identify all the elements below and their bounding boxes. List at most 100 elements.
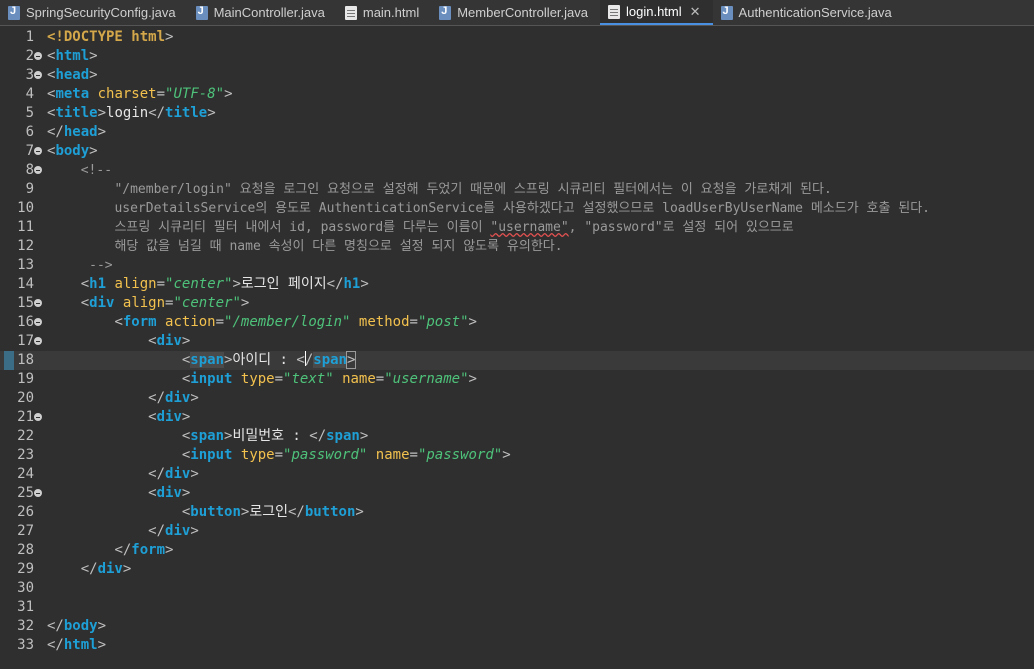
code-line[interactable]: 16 <form action="/member/login" method="…	[0, 313, 1034, 332]
line-number: 4	[25, 86, 34, 102]
code-line[interactable]: 7 <body>	[0, 142, 1034, 161]
code-token: <	[296, 352, 305, 368]
code-line[interactable]: 26 <button>로그인</button>	[0, 503, 1034, 522]
code-token: >	[190, 523, 199, 539]
fold-toggle-icon[interactable]	[34, 147, 42, 155]
code-line[interactable]: 30	[0, 579, 1034, 598]
code-line[interactable]: 22 <span>비밀번호 : </span>	[0, 427, 1034, 446]
tab-authenticationservice-java[interactable]: AuthenticationService.java	[713, 0, 904, 25]
code-token: "center"	[165, 276, 233, 292]
tab-label: MemberController.java	[457, 5, 588, 20]
code-line[interactable]: 28 </form>	[0, 541, 1034, 560]
html-file-icon	[344, 5, 357, 20]
code-token: >	[181, 333, 191, 349]
code-text: <input type="password" name="password">	[47, 446, 511, 465]
code-editor[interactable]: 1 <!DOCTYPE html> 2 <html> 3 <head> 4 <meta cha…	[0, 26, 1034, 669]
code-token: >	[181, 409, 191, 425]
code-token: "/member/login"	[224, 314, 351, 330]
code-line[interactable]: 11 스프링 시큐리티 필터 내에서 id, password를 다루는 이름이…	[0, 218, 1034, 237]
code-line[interactable]: 5 <title>login</title>	[0, 104, 1034, 123]
code-text: <div>	[47, 332, 190, 351]
fold-toggle-icon[interactable]	[34, 52, 42, 60]
line-number: 30	[17, 580, 34, 596]
code-token: =	[409, 314, 418, 330]
code-line[interactable]: 33 </html>	[0, 636, 1034, 655]
code-line[interactable]: 24 </div>	[0, 465, 1034, 484]
java-file-icon	[720, 5, 733, 20]
code-token: =	[375, 371, 385, 387]
line-number: 17	[17, 333, 34, 349]
code-line[interactable]: 25 <div>	[0, 484, 1034, 503]
tab-login-html[interactable]: login.html ✕	[600, 0, 713, 25]
code-line[interactable]: 6 </head>	[0, 123, 1034, 142]
code-line[interactable]: 17 <div>	[0, 332, 1034, 351]
code-line[interactable]: 23 <input type="password" name="password…	[0, 446, 1034, 465]
code-text: </div>	[47, 522, 199, 541]
code-token: 로그인 페이지	[240, 276, 327, 292]
code-token: </	[80, 561, 98, 577]
code-text: <span>비밀번호 : </span>	[47, 427, 368, 446]
code-token: <	[80, 295, 90, 311]
code-line[interactable]: 12 해당 값을 넘길 때 name 속성이 다른 명칭으로 설정 되지 않도록…	[0, 237, 1034, 256]
fold-toggle-icon[interactable]	[34, 337, 42, 345]
code-line[interactable]: 31	[0, 598, 1034, 617]
code-line[interactable]: 10 userDetailsService의 용도로 Authenticatio…	[0, 199, 1034, 218]
code-line[interactable]: 8 <!--	[0, 161, 1034, 180]
code-token: name	[342, 371, 376, 387]
code-line[interactable]: 1 <!DOCTYPE html>	[0, 28, 1034, 47]
code-line[interactable]: 18 <span>아이디 : </span>	[0, 351, 1034, 370]
fold-toggle-icon[interactable]	[34, 489, 42, 497]
code-line[interactable]: 3 <head>	[0, 66, 1034, 85]
code-token: "username"	[384, 371, 469, 387]
code-token: button	[304, 504, 356, 520]
code-token: </	[47, 637, 64, 653]
fold-toggle-icon[interactable]	[34, 71, 42, 79]
code-token: "text"	[283, 371, 334, 387]
code-line[interactable]: 13 -->	[0, 256, 1034, 275]
code-line[interactable]: 20 </div>	[0, 389, 1034, 408]
code-token: >	[360, 276, 369, 292]
line-number: 2	[25, 48, 34, 64]
code-line[interactable]: 9 "/member/login" 요청을 로그인 요청으로 설정해 두었기 때…	[0, 180, 1034, 199]
code-line[interactable]: 29 </div>	[0, 560, 1034, 579]
code-token: >	[207, 105, 216, 121]
fold-toggle-icon[interactable]	[34, 413, 42, 421]
fold-toggle-icon[interactable]	[34, 299, 42, 307]
code-token: =	[156, 276, 166, 292]
code-line[interactable]: 19 <input type="text" name="username">	[0, 370, 1034, 389]
code-token: 로그인	[249, 504, 288, 520]
tab-main-html[interactable]: main.html	[337, 0, 431, 25]
line-number: 8	[25, 162, 34, 178]
tab-membercontroller-java[interactable]: MemberController.java	[431, 0, 600, 25]
code-line[interactable]: 32 </body>	[0, 617, 1034, 636]
code-line[interactable]: 21 <div>	[0, 408, 1034, 427]
code-token: =	[156, 86, 166, 102]
code-line[interactable]: 4 <meta charset="UTF-8">	[0, 85, 1034, 104]
code-line[interactable]: 2 <html>	[0, 47, 1034, 66]
tab-maincontroller-java[interactable]: MainController.java	[188, 0, 337, 25]
fold-toggle-icon[interactable]	[34, 318, 42, 326]
code-line[interactable]: 27 </div>	[0, 522, 1034, 541]
tab-label: AuthenticationService.java	[738, 5, 892, 20]
code-token: div	[97, 561, 123, 577]
code-token: >	[190, 390, 199, 406]
code-text: <button>로그인</button>	[47, 503, 364, 522]
close-icon[interactable]: ✕	[690, 4, 701, 20]
line-number: 29	[17, 561, 34, 577]
code-text: <title>login</title>	[47, 104, 216, 123]
code-line[interactable]: 14 <h1 align="center">로그인 페이지</h1>	[0, 275, 1034, 294]
code-token: =	[215, 314, 225, 330]
code-token: "/member/login" 요청을 로그인 요청으로 설정해 두었기 때문에…	[114, 182, 832, 197]
fold-toggle-icon[interactable]	[34, 166, 42, 174]
code-token: title	[55, 105, 98, 121]
code-line[interactable]: 15 <div align="center">	[0, 294, 1034, 313]
html-file-icon	[608, 4, 620, 19]
line-number: 23	[17, 447, 34, 463]
tab-springsecurityconfig-java[interactable]: SpringSecurityConfig.java	[0, 0, 188, 25]
